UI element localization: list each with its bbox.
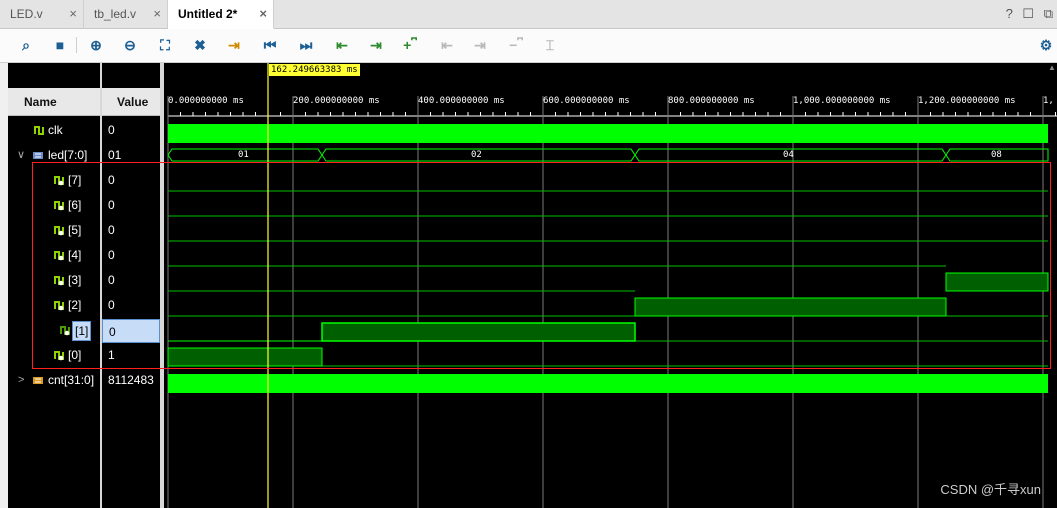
window-controls: ? ☐ ⧉: [1000, 0, 1053, 28]
add-marker-icon[interactable]: +⎴: [400, 35, 420, 55]
bus-signal-icon: [33, 377, 43, 384]
help-icon[interactable]: ?: [1006, 6, 1013, 21]
zoom-out-icon[interactable]: ⊖: [120, 35, 140, 55]
next-transition-icon[interactable]: ⇥: [366, 35, 386, 55]
previous-marker-icon[interactable]: ⇤: [437, 35, 457, 55]
close-icon[interactable]: ×: [259, 0, 267, 28]
float-icon[interactable]: ⧉: [1044, 6, 1053, 21]
snap-icon[interactable]: ⌶: [540, 35, 560, 55]
time-tick-label: 800.000000000 ms: [668, 96, 755, 106]
cnt-waveform[interactable]: [168, 374, 1048, 393]
time-tick-label: 0.000000000 ms: [168, 96, 244, 106]
signal-row-clk[interactable]: clk: [8, 118, 100, 143]
swap-cursors-icon[interactable]: −⎴: [506, 35, 526, 55]
bit-signal-icon: [34, 126, 44, 135]
save-icon[interactable]: ■: [50, 35, 70, 55]
close-icon[interactable]: ×: [153, 0, 161, 28]
cursor-time-label: 162.249663383 ms: [269, 64, 360, 76]
time-tick-label: 1,000.000000000 ms: [793, 96, 891, 106]
time-tick-label: 1,: [1043, 96, 1054, 106]
signal-row-cnt[interactable]: > cnt[31:0]: [8, 368, 100, 393]
time-tick-label: 1,200.000000000 ms: [918, 96, 1016, 106]
bus-value-label: 08: [991, 150, 1002, 160]
zoom-fit-icon[interactable]: ⛶: [155, 35, 175, 55]
close-icon[interactable]: ×: [69, 0, 77, 28]
left-strip: [0, 63, 8, 508]
clk-waveform[interactable]: [168, 124, 1048, 143]
signal-value: 0: [108, 123, 115, 137]
time-tick-label: 400.000000000 ms: [418, 96, 505, 106]
tab-untitled-2[interactable]: Untitled 2* ×: [168, 0, 274, 29]
scroll-up-icon[interactable]: ▲: [1047, 63, 1057, 75]
time-tick-label: 200.000000000 ms: [293, 96, 380, 106]
signal-value: 8112483: [108, 373, 154, 387]
tab-label: LED.v: [10, 7, 43, 21]
settings-icon[interactable]: ⚙: [1036, 35, 1056, 55]
previous-transition-icon[interactable]: ⇤: [332, 35, 352, 55]
go-to-end-icon[interactable]: ⏭: [296, 35, 316, 55]
bus-value-label: 02: [471, 150, 482, 160]
zoom-in-icon[interactable]: ⊕: [86, 35, 106, 55]
highlight-box: [32, 162, 1051, 369]
go-to-cursor-icon[interactable]: ⇥: [224, 35, 244, 55]
waveform-toolbar: ⌕ ■ ⊕ ⊖ ⛶ ✖ ⇥ ⏮ ⏭ ⇤ ⇥ +⎴ ⇤ ⇥ −⎴ ⌶ ⚙: [0, 29, 1057, 63]
go-to-start-icon[interactable]: ⏮: [260, 35, 280, 55]
search-icon[interactable]: ⌕: [16, 35, 36, 55]
bus-value-label: 01: [238, 150, 249, 160]
bus-signal-icon: [33, 152, 43, 159]
name-header[interactable]: Name: [8, 88, 100, 116]
signal-name: clk: [48, 123, 63, 137]
next-marker-icon[interactable]: ⇥: [470, 35, 490, 55]
bus-value-label: 04: [783, 150, 794, 160]
signal-name: cnt[31:0]: [48, 373, 95, 387]
restore-icon[interactable]: ☐: [1022, 6, 1034, 21]
tab-label: Untitled 2*: [178, 7, 238, 21]
value-header[interactable]: Value: [102, 88, 160, 116]
tab-led-v[interactable]: LED.v ×: [0, 0, 84, 28]
chevron-down-icon[interactable]: ∨: [17, 143, 25, 168]
tab-label: tb_led.v: [94, 7, 137, 21]
chevron-right-icon[interactable]: >: [18, 368, 24, 393]
cursor-icon[interactable]: ✖: [190, 35, 210, 55]
tab-tb-led-v[interactable]: tb_led.v ×: [84, 0, 168, 28]
led-bus-waveform[interactable]: [167, 148, 1049, 162]
editor-tab-bar: LED.v × tb_led.v × Untitled 2* × ? ☐ ⧉: [0, 0, 1057, 29]
watermark: CSDN @千寻xun: [940, 482, 1041, 497]
time-tick-label: 600.000000000 ms: [543, 96, 630, 106]
